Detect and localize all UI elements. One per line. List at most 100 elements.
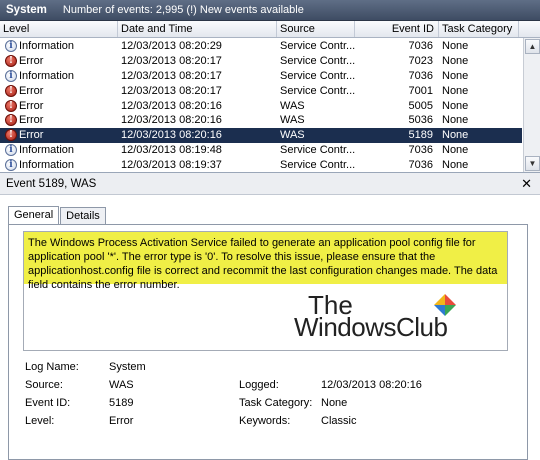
table-row[interactable]: ! Error 12/03/2013 08:20:16 WAS 5005 None	[0, 98, 522, 113]
watermark-line2: WindowsClub	[294, 312, 448, 342]
task-category-value: None	[321, 397, 348, 409]
keywords-label: Keywords:	[239, 415, 291, 427]
cell-task-category: None	[442, 55, 469, 68]
cell-level: ! Error	[0, 114, 118, 127]
table-row[interactable]: ! Error 12/03/2013 08:20:16 WAS 5036 None	[0, 113, 522, 128]
info-icon: i	[5, 69, 17, 82]
cell-event-id: 7036	[408, 158, 433, 171]
cell-source: Service Contr...	[280, 55, 355, 68]
cell-level-text: Error	[19, 55, 44, 68]
cell-date: 12/03/2013 08:20:17	[121, 69, 222, 82]
table-row[interactable]: i Information 12/03/2013 08:20:29 Service C…	[0, 39, 522, 54]
cell-source: WAS	[280, 129, 305, 142]
column-header-level[interactable]: Level	[0, 21, 118, 37]
event-id-value: 5189	[109, 397, 134, 409]
scroll-up-arrow-icon[interactable]: ▲	[525, 39, 540, 54]
event-detail-pane: General Details The Windows Process Acti…	[0, 195, 540, 460]
keywords-value: Classic	[321, 415, 357, 427]
cell-level-text: Information	[19, 143, 75, 156]
cell-date: 12/03/2013 08:19:37	[121, 158, 222, 171]
cell-level-text: Information	[19, 69, 75, 82]
cell-source: WAS	[280, 99, 305, 112]
close-icon[interactable]: ✕	[521, 176, 532, 192]
level-value: Error	[109, 415, 134, 427]
error-icon: !	[5, 99, 17, 112]
column-header-event-id[interactable]: Event ID	[355, 21, 439, 37]
cell-event-id: 7023	[408, 55, 433, 68]
cell-level-text: Error	[19, 84, 44, 97]
table-row[interactable]: ! Error 12/03/2013 08:20:16 WAS 5189 None	[0, 127, 522, 143]
info-icon: i	[5, 40, 17, 53]
cell-task-category: None	[442, 69, 469, 82]
error-icon: !	[5, 55, 17, 68]
cell-task-category: None	[442, 40, 469, 53]
cell-source: Service Contr...	[280, 143, 355, 156]
cell-task-category: None	[442, 114, 469, 127]
cell-event-id: 7036	[408, 69, 433, 82]
cell-level: i Information	[0, 143, 118, 156]
cell-date: 12/03/2013 08:20:17	[121, 84, 222, 97]
cell-source: Service Contr...	[280, 69, 355, 82]
cell-level: i Information	[0, 158, 118, 171]
cell-level-text: Information	[19, 40, 75, 53]
table-row[interactable]: i Information 12/03/2013 08:19:37 Service C…	[0, 157, 522, 172]
cell-date: 12/03/2013 08:20:29	[121, 40, 222, 53]
scroll-down-arrow-icon[interactable]: ▼	[525, 156, 540, 171]
cell-level: ! Error	[0, 99, 118, 112]
column-header-date[interactable]: Date and Time	[118, 21, 277, 37]
cell-event-id: 5189	[408, 129, 433, 142]
cell-event-id: 7001	[408, 84, 433, 97]
cell-date: 12/03/2013 08:20:16	[121, 114, 222, 127]
cell-level: i Information	[0, 40, 118, 53]
table-row[interactable]: i Information 12/03/2013 08:20:17 Service C…	[0, 69, 522, 84]
table-row[interactable]: ! Error 12/03/2013 08:20:17 Service Contr..…	[0, 83, 522, 98]
table-row[interactable]: ! Error 12/03/2013 08:20:17 Service Contr..…	[0, 54, 522, 69]
cell-source: Service Contr...	[280, 40, 355, 53]
table-row[interactable]: i Information 12/03/2013 08:19:48 Service C…	[0, 143, 522, 158]
cell-level-text: Error	[19, 129, 44, 142]
source-value: WAS	[109, 379, 134, 391]
events-grid[interactable]: Level Date and Time Source Event ID Task…	[0, 21, 540, 173]
detail-header: Event 5189, WAS ✕	[0, 173, 540, 195]
cell-level: ! Error	[0, 129, 118, 142]
error-icon: !	[5, 84, 17, 97]
info-icon: i	[5, 143, 17, 156]
log-name-label: Log Name:	[25, 361, 79, 373]
general-panel: The Windows Process Activation Service f…	[8, 224, 528, 460]
cell-level: ! Error	[0, 84, 118, 97]
event-list-titlebar: System Number of events: 2,995 (!) New e…	[0, 0, 540, 21]
grid-rows: i Information 12/03/2013 08:20:29 Service C…	[0, 39, 522, 172]
grid-header: Level Date and Time Source Event ID Task…	[0, 21, 540, 38]
tab-details[interactable]: Details	[60, 207, 106, 224]
cell-event-id: 7036	[408, 40, 433, 53]
cell-date: 12/03/2013 08:20:16	[121, 129, 222, 142]
column-header-source[interactable]: Source	[277, 21, 355, 37]
detail-tabs: General Details	[8, 205, 540, 225]
log-name-value: System	[109, 361, 146, 373]
event-description-box[interactable]: The Windows Process Activation Service f…	[23, 231, 508, 351]
cell-task-category: None	[442, 129, 469, 142]
cell-level: ! Error	[0, 55, 118, 68]
detail-title: Event 5189, WAS	[6, 177, 97, 190]
cell-task-category: None	[442, 99, 469, 112]
cell-source: Service Contr...	[280, 84, 355, 97]
task-category-label: Task Category:	[239, 397, 313, 409]
watermark-logo: The WindowsClub	[294, 292, 474, 348]
error-icon: !	[5, 129, 17, 142]
cell-level-text: Error	[19, 99, 44, 112]
logged-value: 12/03/2013 08:20:16	[321, 379, 422, 391]
cell-source: Service Contr...	[280, 158, 355, 171]
info-icon: i	[5, 158, 17, 171]
event-description-text: The Windows Process Activation Service f…	[24, 232, 507, 291]
cell-source: WAS	[280, 114, 305, 127]
grid-scrollbar[interactable]: ▲ ▼	[523, 38, 540, 172]
column-header-task-category[interactable]: Task Category	[439, 21, 519, 37]
logged-label: Logged:	[239, 379, 279, 391]
cell-level-text: Error	[19, 114, 44, 127]
cell-level-text: Information	[19, 158, 75, 171]
cell-task-category: None	[442, 143, 469, 156]
tab-general[interactable]: General	[8, 206, 60, 225]
cell-event-id: 5036	[408, 114, 433, 127]
cell-date: 12/03/2013 08:20:16	[121, 99, 222, 112]
cell-task-category: None	[442, 84, 469, 97]
